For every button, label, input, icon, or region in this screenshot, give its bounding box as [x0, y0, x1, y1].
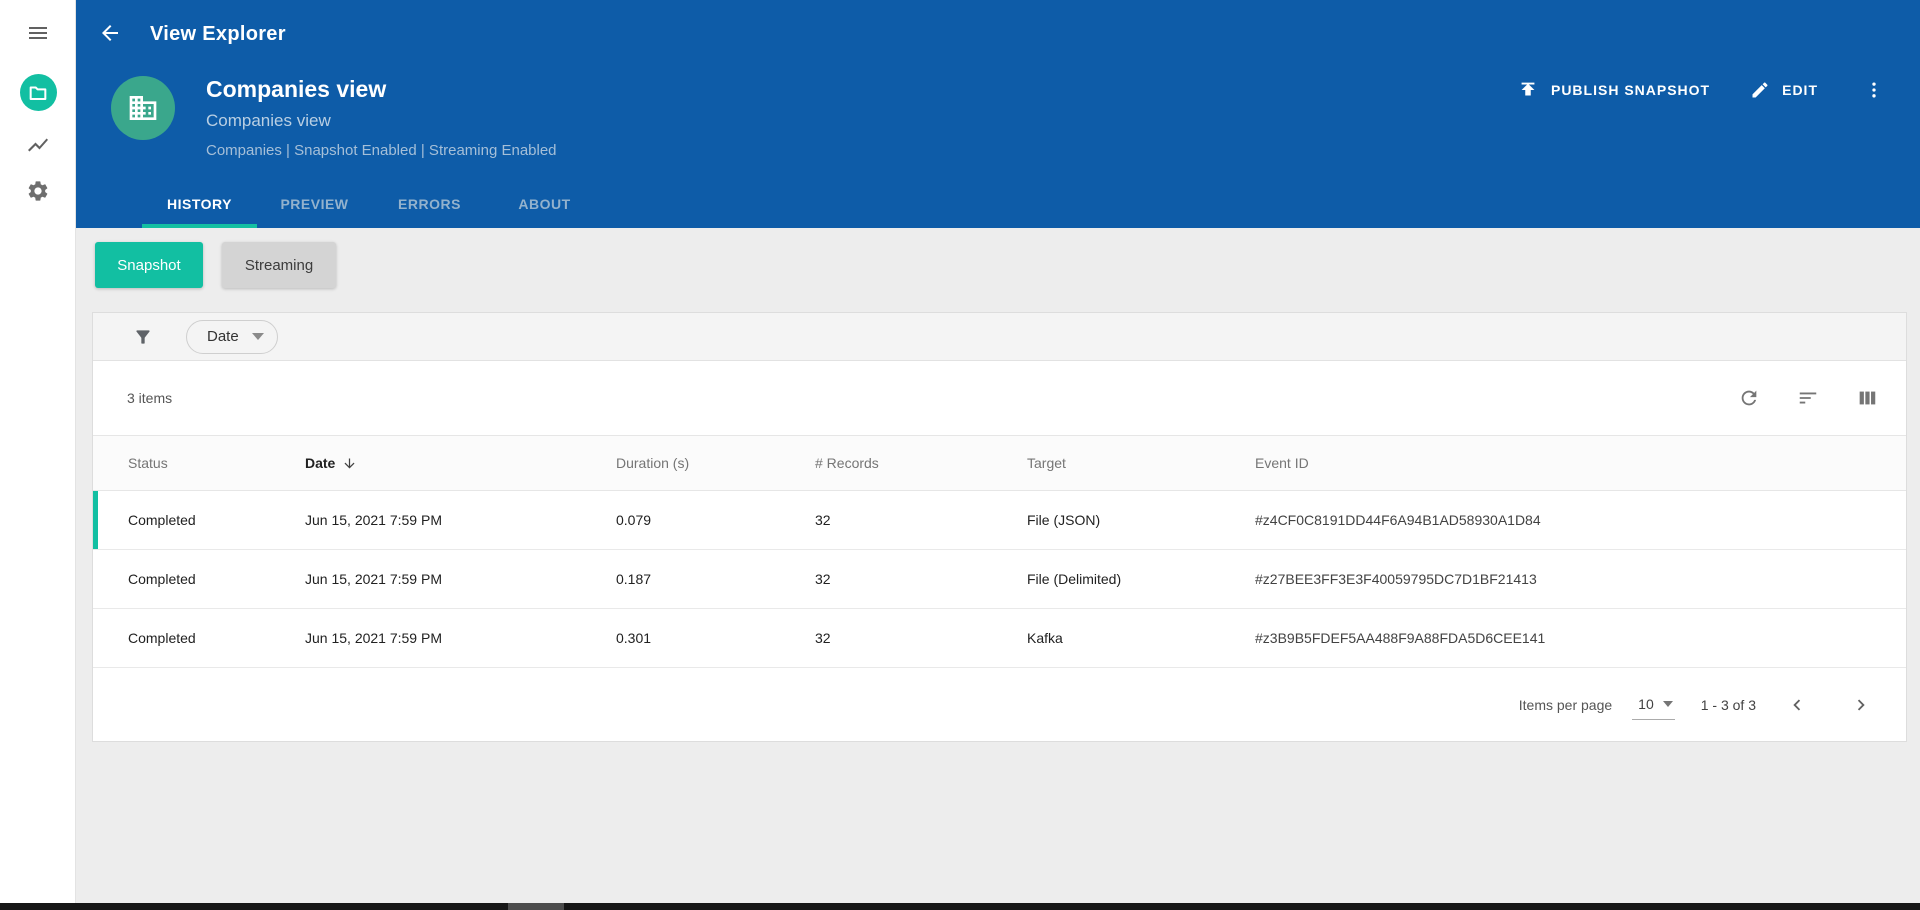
pencil-icon	[1750, 80, 1770, 100]
page-header: View Explorer Companies view Companies v…	[76, 0, 1920, 228]
tab-bar: HISTORY PREVIEW ERRORS ABOUT	[142, 180, 602, 228]
menu-button[interactable]	[0, 21, 76, 45]
cell-target: File (Delimited)	[1027, 571, 1122, 587]
filter-button[interactable]	[133, 327, 153, 347]
cell-records: 32	[815, 571, 831, 587]
cell-target: File (JSON)	[1027, 512, 1101, 528]
cell-date: Jun 15, 2021 7:59 PM	[305, 630, 442, 646]
cell-records: 32	[815, 512, 831, 528]
funnel-icon	[136, 329, 150, 344]
sort-button[interactable]	[1797, 387, 1819, 409]
edit-label: EDIT	[1782, 82, 1818, 98]
cell-event-id: #z27BEE3FF3E3F40059795DC7D1BF21413	[1255, 571, 1537, 587]
column-header-records[interactable]: # Records	[815, 455, 1027, 471]
snapshot-toggle-button[interactable]: Snapshot	[95, 242, 203, 288]
publish-snapshot-label: PUBLISH SNAPSHOT	[1550, 82, 1711, 98]
tab-preview[interactable]: PREVIEW	[257, 180, 372, 228]
date-filter-dropdown[interactable]: Date	[186, 319, 278, 354]
page-title: View Explorer	[150, 23, 286, 45]
sidebar-item-settings[interactable]	[0, 179, 76, 203]
cell-event-id: #z4CF0C8191DD44F6A94B1AD58930A1D84	[1255, 512, 1541, 528]
history-panel: Date 3 items Status Date Duration (s) # …	[92, 312, 1907, 742]
column-header-target[interactable]: Target	[1027, 455, 1255, 471]
items-count: 3 items	[127, 390, 173, 406]
cell-duration: 0.187	[616, 571, 652, 587]
columns-icon	[1859, 391, 1876, 405]
main-content: Snapshot Streaming Date 3 items Status D…	[76, 228, 1920, 903]
caret-down-icon	[1662, 701, 1673, 707]
building-icon	[127, 92, 159, 124]
hamburger-icon	[26, 21, 50, 45]
table-row[interactable]: Completed Jun 15, 2021 7:59 PM 0.187 32 …	[93, 550, 1906, 609]
upload-icon	[1517, 79, 1539, 101]
page-range: 1 - 3 of 3	[1700, 697, 1756, 713]
column-header-duration[interactable]: Duration (s)	[616, 455, 815, 471]
more-options-button[interactable]	[1864, 80, 1884, 100]
folder-icon	[19, 74, 57, 111]
cell-duration: 0.301	[616, 630, 652, 646]
column-header-date[interactable]: Date	[305, 455, 616, 471]
items-toolbar: 3 items	[93, 361, 1906, 436]
chevron-right-icon	[1857, 699, 1865, 711]
chevron-left-icon	[1793, 699, 1801, 711]
page-size-select[interactable]: 10	[1632, 690, 1675, 720]
scrollbar-thumb[interactable]	[508, 903, 564, 910]
page-size-value: 10	[1638, 696, 1654, 712]
cell-status: Completed	[128, 630, 196, 646]
header-actions: PUBLISH SNAPSHOT EDIT	[1517, 74, 1884, 106]
sidebar-item-metrics[interactable]	[0, 133, 76, 157]
next-page-button[interactable]	[1850, 694, 1872, 716]
streaming-toggle-button[interactable]: Streaming	[222, 242, 336, 288]
edit-button[interactable]: EDIT	[1750, 80, 1818, 100]
cell-status: Completed	[128, 512, 196, 528]
tab-history[interactable]: HISTORY	[142, 180, 257, 228]
sidebar	[0, 0, 76, 903]
tab-errors[interactable]: ERRORS	[372, 180, 487, 228]
history-type-toggle: Snapshot Streaming	[95, 242, 336, 288]
sort-lines-icon	[1799, 392, 1817, 404]
date-filter-label: Date	[207, 328, 239, 345]
view-meta: Companies | Snapshot Enabled | Streaming…	[206, 142, 557, 159]
table-row[interactable]: Completed Jun 15, 2021 7:59 PM 0.301 32 …	[93, 609, 1906, 668]
arrow-left-icon	[102, 25, 118, 41]
columns-button[interactable]	[1856, 387, 1878, 409]
filter-bar: Date	[93, 313, 1906, 361]
table-header-row: Status Date Duration (s) # Records Targe…	[93, 436, 1906, 491]
back-button[interactable]	[98, 21, 122, 45]
cell-date: Jun 15, 2021 7:59 PM	[305, 571, 442, 587]
cell-status: Completed	[128, 571, 196, 587]
cell-records: 32	[815, 630, 831, 646]
line-chart-icon	[26, 133, 50, 157]
previous-page-button[interactable]	[1786, 694, 1808, 716]
items-per-page-label: Items per page	[1518, 697, 1613, 713]
avatar	[111, 76, 175, 140]
refresh-button[interactable]	[1738, 387, 1760, 409]
kebab-icon	[1872, 82, 1876, 98]
sort-desc-icon	[342, 456, 357, 471]
sidebar-item-views[interactable]	[0, 74, 76, 111]
table-row[interactable]: Completed Jun 15, 2021 7:59 PM 0.079 32 …	[93, 491, 1906, 550]
tab-about[interactable]: ABOUT	[487, 180, 602, 228]
view-title: Companies view	[206, 76, 387, 102]
gear-icon	[26, 179, 50, 203]
column-header-status[interactable]: Status	[128, 455, 305, 471]
horizontal-scrollbar[interactable]	[0, 903, 1920, 910]
pagination-bar: Items per page 10 1 - 3 of 3	[93, 668, 1906, 742]
cell-duration: 0.079	[616, 512, 652, 528]
view-subtitle: Companies view	[206, 111, 331, 130]
cell-target: Kafka	[1027, 630, 1063, 646]
cell-event-id: #z3B9B5FDEF5AA488F9A88FDA5D6CEE141	[1255, 630, 1546, 646]
publish-snapshot-button[interactable]: PUBLISH SNAPSHOT	[1517, 79, 1710, 101]
cell-date: Jun 15, 2021 7:59 PM	[305, 512, 442, 528]
refresh-icon	[1741, 390, 1757, 406]
column-header-event-id[interactable]: Event ID	[1255, 455, 1906, 471]
caret-down-icon	[251, 333, 264, 340]
